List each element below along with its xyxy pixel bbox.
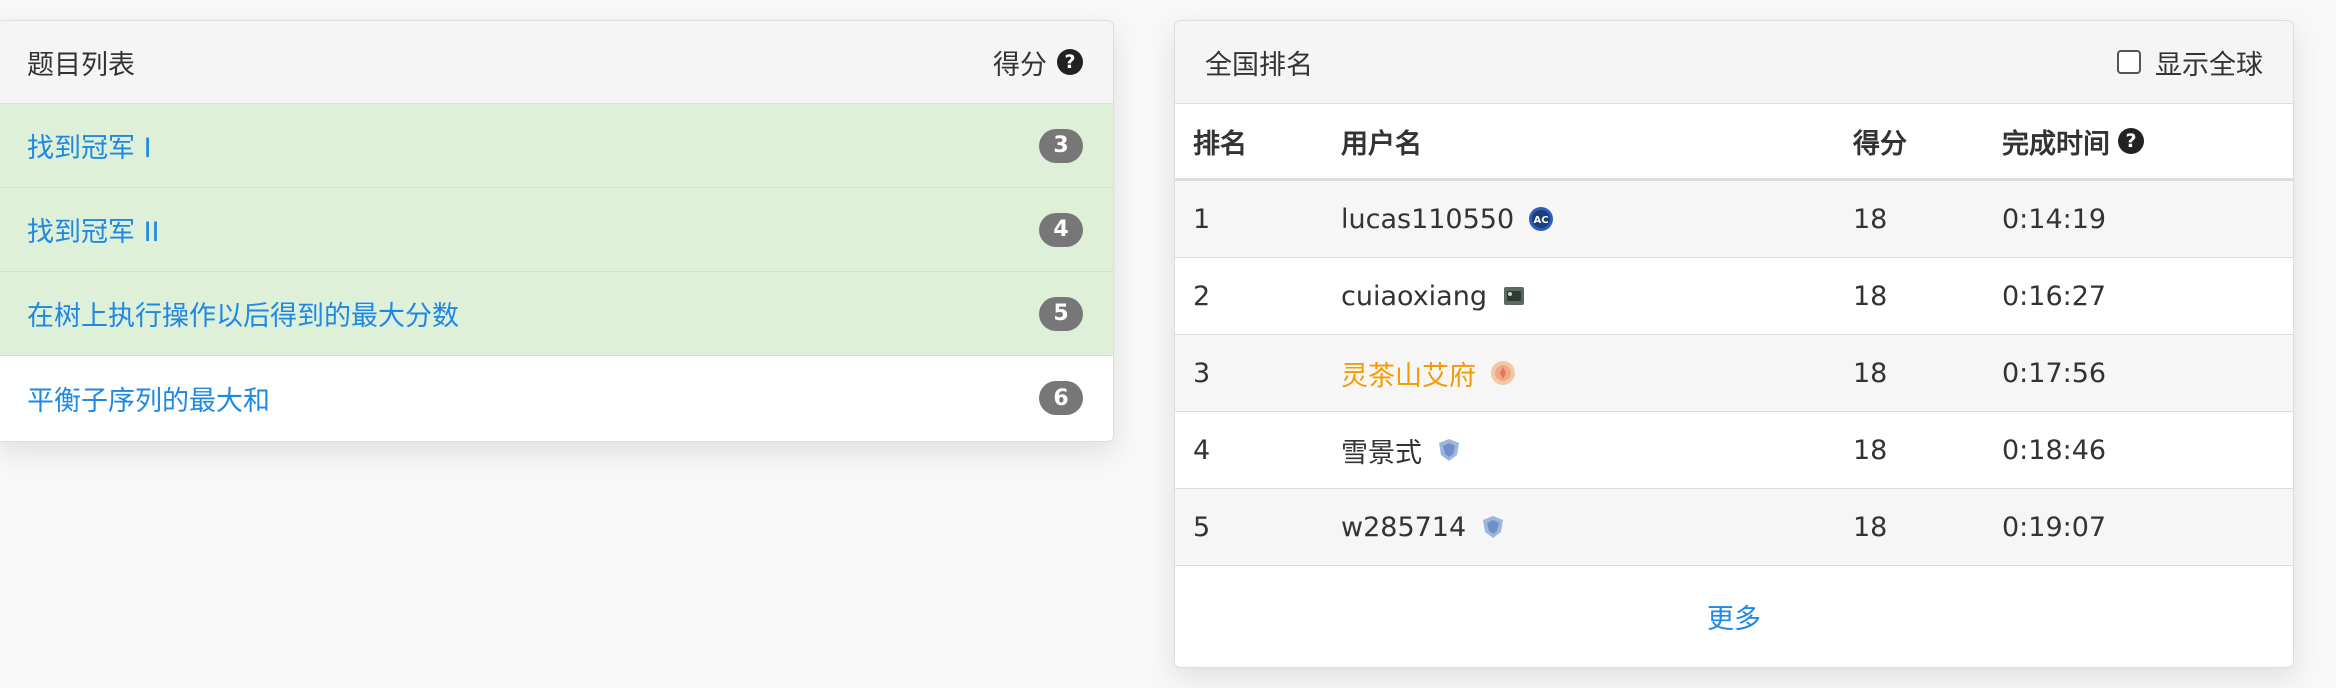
- score-badge: 6: [1039, 381, 1083, 415]
- ranking-table-header: 排名 用户名 得分 完成时间 ?: [1175, 104, 2293, 181]
- problem-row: 在树上执行操作以后得到的最大分数 5: [0, 272, 1113, 356]
- show-global-label: 显示全球: [2155, 49, 2263, 81]
- table-row: 5 w285714 18 0:19:07: [1175, 488, 2293, 566]
- time-cell: 0:16:27: [2002, 257, 2293, 335]
- column-header-score: 得分: [1853, 104, 2002, 181]
- table-row: 4 雪景式 18 0:18:46: [1175, 411, 2293, 489]
- ranking-title: 全国排名: [1205, 49, 1313, 81]
- shield-badge-icon: [1439, 439, 1459, 461]
- username[interactable]: 雪景式: [1341, 431, 1462, 470]
- rank-cell: 1: [1175, 179, 1341, 258]
- table-row: 2 cuiaoxiang 18 0:16:27: [1175, 257, 2293, 335]
- rank-cell: 2: [1175, 257, 1341, 335]
- score-cell: 18: [1853, 488, 2002, 566]
- time-cell: 0:14:19: [2002, 179, 2293, 258]
- problem-row: 平衡子序列的最大和 6: [0, 356, 1113, 440]
- time-cell: 0:19:07: [2002, 488, 2293, 566]
- problem-link[interactable]: 在树上执行操作以后得到的最大分数: [27, 294, 459, 333]
- problem-row: 找到冠军 I 3: [0, 104, 1113, 188]
- more-link[interactable]: 更多: [1707, 597, 1761, 636]
- username[interactable]: w285714: [1341, 512, 1506, 543]
- score-cell: 18: [1853, 257, 2002, 335]
- problem-link[interactable]: 平衡子序列的最大和: [27, 379, 270, 418]
- problem-row: 找到冠军 II 4: [0, 188, 1113, 272]
- knight-badge-icon: [1491, 361, 1515, 385]
- score-cell: 18: [1853, 334, 2002, 412]
- time-cell: 0:17:56: [2002, 334, 2293, 412]
- shield-badge-icon: [1483, 516, 1504, 538]
- time-cell: 0:18:46: [2002, 411, 2293, 489]
- ac-badge-icon: AC: [1529, 207, 1554, 231]
- score-badge: 5: [1039, 296, 1083, 331]
- table-row: 3 灵茶山艾府 18 0:17:56: [1175, 334, 2293, 412]
- ranking-panel: 全国排名 显示全球 排名 用户名 得分 完成时间 ? 1 lucas110550…: [1174, 20, 2294, 668]
- column-header-username: 用户名: [1341, 104, 1853, 181]
- help-icon[interactable]: ?: [2118, 128, 2144, 154]
- more-container: 更多: [1175, 566, 2293, 666]
- problem-list-title: 题目列表: [27, 49, 135, 81]
- table-row: 1 lucas110550 AC 18 0:14:19: [1175, 179, 2293, 258]
- username[interactable]: lucas110550 AC: [1341, 204, 1554, 235]
- guardian-badge-icon: [1503, 287, 1524, 305]
- rank-cell: 3: [1175, 334, 1341, 412]
- username[interactable]: 灵茶山艾府: [1341, 354, 1516, 393]
- svg-text:AC: AC: [1534, 215, 1549, 226]
- score-cell: 18: [1853, 179, 2002, 258]
- score-badge: 4: [1039, 212, 1083, 247]
- problem-link[interactable]: 找到冠军 II: [27, 210, 160, 249]
- score-cell: 18: [1853, 411, 2002, 489]
- ranking-header: 全国排名 显示全球: [1175, 21, 2293, 104]
- show-global-toggle[interactable]: 显示全球: [2117, 43, 2263, 82]
- score-column-label: 得分: [993, 49, 1047, 81]
- column-header-rank: 排名: [1175, 104, 1341, 181]
- rank-cell: 5: [1175, 488, 1341, 566]
- problem-list-panel: 题目列表 得分 ? 找到冠军 I 3 找到冠军 II 4 在树上执行操作以后得到…: [0, 20, 1114, 442]
- problem-link[interactable]: 找到冠军 I: [27, 126, 152, 165]
- column-header-time: 完成时间 ?: [2002, 104, 2293, 181]
- help-icon[interactable]: ?: [1057, 49, 1083, 75]
- rank-cell: 4: [1175, 411, 1341, 489]
- show-global-checkbox[interactable]: [2117, 50, 2141, 74]
- ranking-table: 排名 用户名 得分 完成时间 ? 1 lucas110550 AC 18 0:1…: [1175, 104, 2293, 566]
- score-badge: 3: [1039, 128, 1083, 163]
- problem-list-header: 题目列表 得分 ?: [0, 21, 1113, 104]
- username[interactable]: cuiaoxiang: [1341, 281, 1527, 312]
